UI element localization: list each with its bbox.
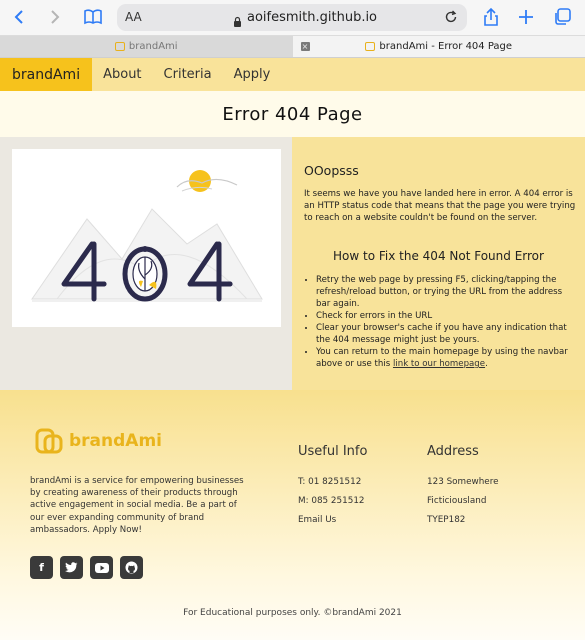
twitter-icon[interactable] <box>60 556 83 579</box>
nav-link-apply[interactable]: Apply <box>223 58 282 91</box>
navbar-brand[interactable]: brandAmi <box>0 58 93 91</box>
copyright-text: For Educational purposes only. ©brandAmi… <box>183 608 402 618</box>
github-icon[interactable] <box>120 556 143 579</box>
youtube-icon[interactable] <box>90 556 113 579</box>
fix-list: Retry the web page by pressing F5, click… <box>316 274 576 370</box>
share-icon[interactable] <box>480 6 502 28</box>
phone-number: T: 01 8251512 <box>298 477 362 487</box>
list-item: Clear your browser's cache if you have a… <box>316 322 576 346</box>
browser-toolbar: AA aoifesmith.github.io <box>0 0 585 36</box>
list-item: Retry the web page by pressing F5, click… <box>316 274 576 310</box>
footer-brand-name: brandAmi <box>69 431 162 451</box>
tabs-overview-icon[interactable] <box>551 6 573 28</box>
lock-icon <box>233 12 242 31</box>
address-line: Ficticiousland <box>427 496 487 506</box>
address-bar[interactable]: AA aoifesmith.github.io <box>117 4 467 31</box>
main-content: OOopsss It seems we have you have landed… <box>0 137 585 390</box>
tab-label: brandAmi <box>128 41 178 52</box>
tab-bar: brandAmi × brandAmi - Error 404 Page <box>0 36 585 58</box>
list-item: You can return to the main homepage by u… <box>316 346 576 370</box>
close-tab-icon[interactable]: × <box>300 42 310 51</box>
page-title: Error 404 Page <box>0 91 585 137</box>
fix-heading: How to Fix the 404 Not Found Error <box>333 249 544 263</box>
oops-heading: OOopsss <box>304 163 359 178</box>
list-item: Check for errors in the URL <box>316 310 576 322</box>
address-line: 123 Somewhere <box>427 477 499 487</box>
tab-label: brandAmi - Error 404 Page <box>379 41 513 52</box>
back-button[interactable] <box>8 6 30 28</box>
footer-logo[interactable]: brandAmi <box>35 426 162 456</box>
social-links: f <box>30 556 143 579</box>
error-info-panel: OOopsss It seems we have you have landed… <box>292 137 585 390</box>
email-link[interactable]: Email Us <box>298 515 336 525</box>
forward-button[interactable] <box>44 6 66 28</box>
tab-brandami[interactable]: brandAmi <box>0 36 293 57</box>
site-footer: brandAmi brandAmi is a service for empow… <box>0 390 585 640</box>
list-item-end: . <box>485 359 488 369</box>
nav-link-about[interactable]: About <box>92 58 152 91</box>
reload-icon[interactable] <box>443 9 459 29</box>
text-size-button[interactable]: AA <box>125 10 142 24</box>
error-404-illustration <box>12 149 281 327</box>
homepage-link[interactable]: link to our homepage <box>393 359 485 369</box>
new-tab-icon[interactable] <box>515 6 537 28</box>
address-line: TYEP182 <box>427 515 466 525</box>
nav-link-criteria[interactable]: Criteria <box>153 58 223 91</box>
mobile-number: M: 085 251512 <box>298 496 365 506</box>
useful-info-heading: Useful Info <box>298 444 368 459</box>
url-host: aoifesmith.github.io <box>247 10 378 25</box>
site-navbar: brandAmi About Criteria Apply <box>0 58 585 91</box>
bookmarks-button[interactable] <box>82 6 104 28</box>
error-intro-text: It seems we have you have landed here in… <box>304 189 576 223</box>
brand-logo-icon <box>35 426 65 456</box>
tab-error-404[interactable]: × brandAmi - Error 404 Page <box>292 36 585 57</box>
facebook-icon[interactable]: f <box>30 556 53 579</box>
illustration-panel <box>0 137 292 390</box>
favicon-icon <box>365 42 376 51</box>
favicon-icon <box>114 42 125 51</box>
footer-description: brandAmi is a service for empowering bus… <box>30 476 244 535</box>
address-heading: Address <box>427 444 479 459</box>
